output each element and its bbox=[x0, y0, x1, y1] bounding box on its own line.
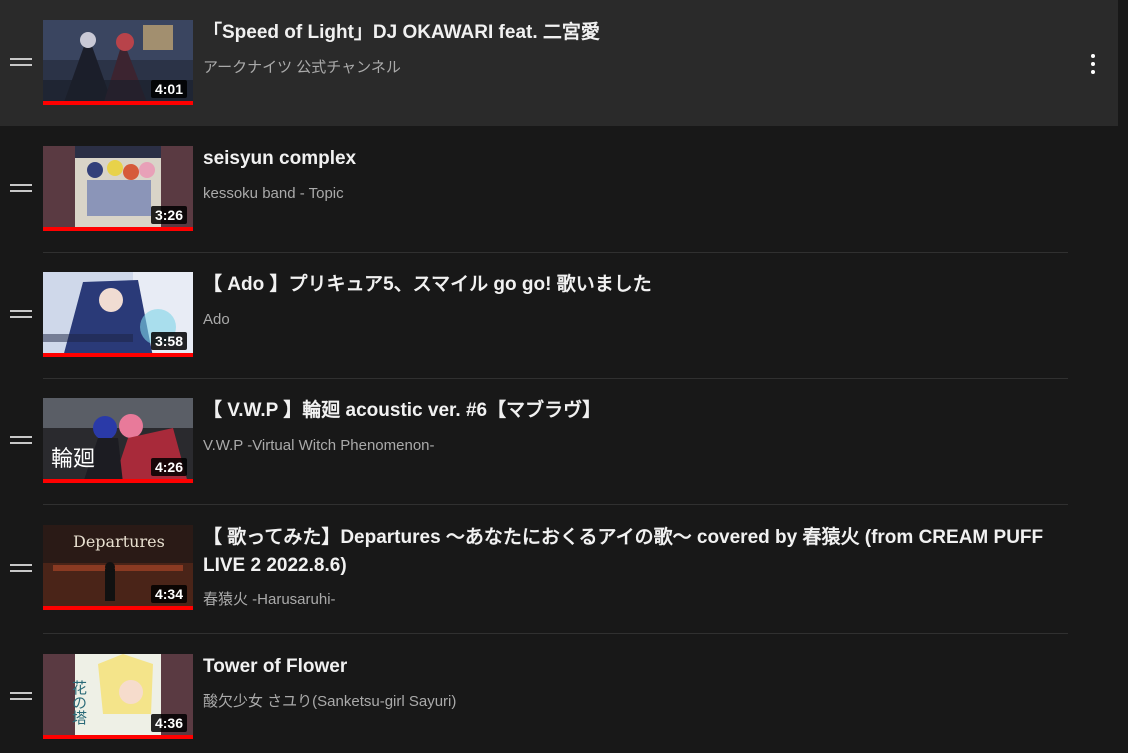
channel-name[interactable]: Ado bbox=[203, 310, 230, 330]
thumb-logo-text: Departures bbox=[73, 532, 165, 551]
duration-badge: 4:34 bbox=[150, 585, 187, 603]
video-title[interactable]: 「Speed of Light」DJ OKAWARI feat. 二宮愛 bbox=[203, 19, 1073, 47]
thumb-logo-text: 輪廻 bbox=[51, 447, 95, 472]
video-thumbnail[interactable]: 輪廻 4:26 bbox=[43, 398, 193, 483]
video-title[interactable]: 【 歌ってみた】Departures 〜あなたにおくるアイの歌〜 covered… bbox=[203, 524, 1073, 580]
more-actions-icon[interactable] bbox=[1088, 52, 1098, 76]
duration-badge: 4:01 bbox=[150, 80, 187, 98]
duration-badge: 4:26 bbox=[150, 458, 187, 476]
channel-name[interactable]: kessoku band - Topic bbox=[203, 184, 344, 204]
video-thumbnail[interactable]: 花の塔 4:36 bbox=[43, 654, 193, 739]
channel-name[interactable]: 春猿火 -Harusaruhi- bbox=[203, 590, 336, 610]
drag-handle-icon[interactable] bbox=[10, 58, 32, 68]
drag-handle-icon[interactable] bbox=[10, 310, 32, 320]
thumb-logo-text: 花の塔 bbox=[70, 680, 88, 725]
playlist-item[interactable]: 4:01 「Speed of Light」DJ OKAWARI feat. 二宮… bbox=[0, 0, 1118, 126]
duration-badge: 3:58 bbox=[150, 332, 187, 350]
playlist-item[interactable]: 3:26 seisyun complex kessoku band - Topi… bbox=[0, 126, 1118, 252]
duration-badge: 3:26 bbox=[150, 206, 187, 224]
watch-progress-bar bbox=[43, 479, 193, 483]
watch-progress-bar bbox=[43, 353, 193, 357]
playlist-item[interactable]: 3:58 【 Ado 】プリキュア5、スマイル go go! 歌いました Ado bbox=[0, 252, 1118, 378]
drag-handle-icon[interactable] bbox=[10, 564, 32, 574]
drag-handle-icon[interactable] bbox=[10, 692, 32, 702]
playlist-panel: 4:01 「Speed of Light」DJ OKAWARI feat. 二宮… bbox=[0, 0, 1128, 753]
video-thumbnail[interactable]: 3:58 bbox=[43, 272, 193, 357]
watch-progress-bar bbox=[43, 606, 193, 610]
channel-name[interactable]: V.W.P -Virtual Witch Phenomenon- bbox=[203, 436, 435, 456]
drag-handle-icon[interactable] bbox=[10, 436, 32, 446]
watch-progress-bar bbox=[43, 101, 193, 105]
watch-progress-bar bbox=[43, 227, 193, 231]
video-title[interactable]: 【 Ado 】プリキュア5、スマイル go go! 歌いました bbox=[203, 271, 1073, 299]
channel-name[interactable]: アークナイツ 公式チャンネル bbox=[203, 58, 401, 78]
watch-progress-bar bbox=[43, 735, 193, 739]
video-title[interactable]: Tower of Flower bbox=[203, 653, 1073, 681]
video-thumbnail[interactable]: 4:01 bbox=[43, 20, 193, 105]
video-thumbnail[interactable]: Departures 4:34 bbox=[43, 525, 193, 610]
playlist-item[interactable]: Departures 4:34 【 歌ってみた】Departures 〜あなたに… bbox=[0, 504, 1118, 634]
playlist-item[interactable]: 輪廻 4:26 【 V.W.P 】輪廻 acoustic ver. #6【マブラ… bbox=[0, 378, 1118, 504]
video-thumbnail[interactable]: 3:26 bbox=[43, 146, 193, 231]
video-title[interactable]: seisyun complex bbox=[203, 145, 1073, 173]
duration-badge: 4:36 bbox=[150, 714, 187, 732]
video-title[interactable]: 【 V.W.P 】輪廻 acoustic ver. #6【マブラヴ】 bbox=[203, 397, 1073, 425]
drag-handle-icon[interactable] bbox=[10, 184, 32, 194]
channel-name[interactable]: 酸欠少女 さユり(Sanketsu-girl Sayuri) bbox=[203, 692, 456, 712]
playlist-item[interactable]: 花の塔 4:36 Tower of Flower 酸欠少女 さユり(Sanket… bbox=[0, 634, 1118, 753]
